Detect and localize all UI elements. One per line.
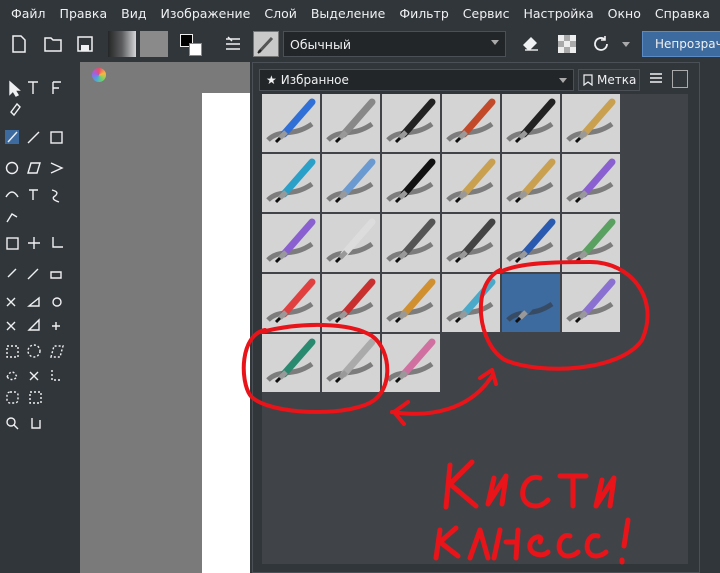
chevron-down-icon xyxy=(559,78,567,83)
marker-black-icon[interactable] xyxy=(382,154,440,212)
alpha-lock-icon[interactable] xyxy=(554,31,580,57)
airbrush-soft-icon[interactable] xyxy=(382,94,440,152)
menu-settings[interactable]: Настройка xyxy=(517,6,601,21)
marker-blue-icon[interactable] xyxy=(262,154,320,212)
eraser-smudge-icon[interactable] xyxy=(322,94,380,152)
bookmark-icon xyxy=(583,74,593,86)
bristle-brush-icon[interactable] xyxy=(442,154,500,212)
tag-filter-select[interactable]: ★ Избранное xyxy=(259,69,574,91)
purple-brush-icon[interactable] xyxy=(562,154,620,212)
blend-mode-value: Обычный xyxy=(290,36,351,52)
dry-brush-icon[interactable] xyxy=(502,154,560,212)
popup-options-icon[interactable] xyxy=(672,70,688,88)
eraser-icon[interactable] xyxy=(518,31,544,57)
menu-select[interactable]: Выделение xyxy=(304,6,392,21)
smooth-brush-icon[interactable] xyxy=(322,214,380,272)
preset-scrollbar[interactable] xyxy=(688,94,696,564)
menu-layer[interactable]: Слой xyxy=(257,6,304,21)
blender-dots-icon[interactable] xyxy=(322,154,380,212)
menu-bar: Файл Правка Вид Изображение Слой Выделен… xyxy=(0,0,720,27)
save-icon[interactable] xyxy=(72,31,98,57)
filter-brushes-icon[interactable] xyxy=(382,334,440,392)
menu-view[interactable]: Вид xyxy=(114,6,153,21)
flat-brush-icon[interactable] xyxy=(562,94,620,152)
pixel-gold-brush-icon[interactable] xyxy=(382,274,440,332)
opacity-label: Непрозрачн xyxy=(655,37,720,51)
tag-button-label: Метка xyxy=(597,73,637,87)
experiment-flask-icon[interactable] xyxy=(562,214,620,272)
gradient-selector-icon[interactable] xyxy=(108,31,136,57)
ink-brush-icon[interactable] xyxy=(442,94,500,152)
tag-button[interactable]: Метка xyxy=(578,69,640,91)
menu-image[interactable]: Изображение xyxy=(153,6,257,21)
pixel-brush-icon[interactable] xyxy=(262,274,320,332)
multicolor-calligraphy-icon[interactable] xyxy=(562,274,620,332)
canvas-document[interactable] xyxy=(202,93,250,573)
chevron-down-icon xyxy=(491,40,499,45)
blend-mode-select[interactable]: Обычный xyxy=(283,31,506,57)
clone-tool-icon[interactable] xyxy=(442,274,500,332)
brush-settings-icon[interactable] xyxy=(220,31,246,57)
texture-stamp-icon[interactable] xyxy=(442,214,500,272)
toolbox xyxy=(0,62,72,573)
reload-preset-icon[interactable] xyxy=(588,31,614,57)
new-document-icon[interactable] xyxy=(6,31,32,57)
opacity-slider[interactable]: Непрозрачн xyxy=(642,31,720,57)
calligraphy-blue-icon[interactable] xyxy=(502,274,560,332)
blue-texture-brush-icon[interactable] xyxy=(502,214,560,272)
pattern-selector-icon[interactable] xyxy=(140,31,168,57)
open-folder-icon[interactable] xyxy=(40,31,66,57)
menu-file[interactable]: Файл xyxy=(4,6,53,21)
brush-preset-button[interactable] xyxy=(253,31,279,57)
view-mode-icon[interactable] xyxy=(649,71,665,87)
star-icon: ★ xyxy=(266,73,277,87)
menu-window[interactable]: Окно xyxy=(601,6,648,21)
menu-filter[interactable]: Фильтр xyxy=(392,6,455,21)
texture-rock-icon[interactable] xyxy=(382,214,440,272)
toolbox-icons xyxy=(5,80,64,430)
color-swatch-icon[interactable] xyxy=(177,31,207,57)
preset-grid xyxy=(262,94,692,564)
airbrush-blue-brush-icon[interactable] xyxy=(262,94,320,152)
chevron-down-icon[interactable] xyxy=(618,31,634,57)
tag-filter-value: Избранное xyxy=(280,73,349,87)
menu-help[interactable]: Справка xyxy=(648,6,717,21)
pixel-red-brush-icon[interactable] xyxy=(322,274,380,332)
feather-quill-icon[interactable] xyxy=(322,334,380,392)
menu-tools[interactable]: Сервис xyxy=(456,6,517,21)
wet-purple-brush-icon[interactable] xyxy=(262,214,320,272)
menu-edit[interactable]: Правка xyxy=(53,6,115,21)
pencil-icon[interactable] xyxy=(502,94,560,152)
krita-logo-icon xyxy=(92,68,106,82)
feather-pen-icon[interactable] xyxy=(262,334,320,392)
